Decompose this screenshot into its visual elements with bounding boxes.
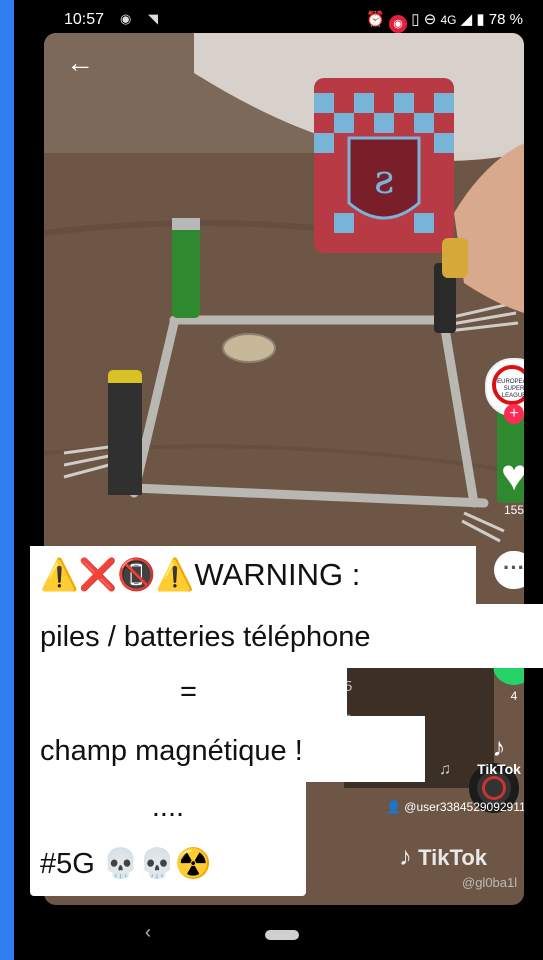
- nav-home-pill[interactable]: [265, 930, 299, 940]
- signal-icon: ◢: [460, 11, 473, 28]
- caption-line-1: ⚠️❌📵⚠️WARNING :: [30, 546, 476, 604]
- alarm-icon: ⏰: [366, 11, 385, 28]
- wifi-icon: ◥: [148, 11, 158, 26]
- music-note-icon: ♫: [439, 761, 451, 778]
- tiktok-label-large: TikTok: [418, 845, 487, 870]
- tiktok-note-icon: ♪: [492, 732, 506, 762]
- status-right: ⏰ ◉ ▯ ⊖ 4G ◢ ▮ 78 %: [366, 10, 523, 33]
- caption-line-3: =: [30, 668, 347, 716]
- user-icon: 👤: [386, 800, 401, 814]
- warning-text: WARNING :: [194, 557, 361, 592]
- back-arrow-icon[interactable]: ←: [66, 49, 94, 77]
- tiktok-watermark: ♪ TikTok: [399, 841, 487, 872]
- heart-icon: ♥: [500, 451, 524, 500]
- like-count: 155: [503, 503, 524, 517]
- watermark-handle: @gl0ba1l: [462, 875, 518, 890]
- vibrate-icon: ▯: [411, 11, 420, 28]
- caption-line-6: #5G 💀💀☢️: [30, 832, 306, 896]
- svg-text:ƨ: ƨ: [374, 157, 395, 203]
- creator-avatar[interactable]: EUROPEAN SUPER LEAGUE +: [484, 358, 524, 424]
- caption-line-4: champ magnétique !: [30, 716, 425, 782]
- badge-text: EUROPEAN SUPER LEAGUE: [497, 379, 524, 399]
- caption-hashtag: #5G: [40, 848, 95, 880]
- tiktok-logo-small: ♪ TikTok: [472, 733, 524, 777]
- tiktok-note-icon-large: ♪: [399, 841, 412, 871]
- comment-icon: ···: [494, 551, 524, 589]
- music-user-row[interactable]: 👤 @user3384529092911: [386, 800, 524, 814]
- music-user: @user3384529092911: [404, 800, 524, 814]
- like-button[interactable]: ♥ 155: [484, 451, 524, 518]
- phone-screen: 10:57 ◉ ◥ ⏰ ◉ ▯ ⊖ 4G ◢ ▮ 78 % ƨ ← EUROPE…: [14, 0, 543, 960]
- navigation-bar: ‹: [14, 904, 543, 960]
- nav-back-icon[interactable]: ‹: [145, 922, 151, 943]
- dnd-icon: ⊖: [423, 11, 437, 28]
- tiktok-label-small: TikTok: [477, 761, 521, 777]
- status-time: 10:57: [64, 11, 105, 28]
- caption-line-5: ....: [30, 782, 306, 832]
- record-icon: ◉: [120, 11, 132, 26]
- battery-icon: ▮: [476, 11, 485, 28]
- screen-record-icon: ◉: [389, 15, 408, 33]
- caption-equals: =: [180, 676, 197, 708]
- caption-line-2: piles / batteries téléphone: [30, 604, 543, 668]
- battery-percent: 78 %: [488, 11, 523, 28]
- warning-emojis: ⚠️❌📵⚠️: [40, 557, 195, 592]
- follow-plus-icon[interactable]: +: [504, 404, 524, 424]
- caption-dots: ....: [151, 791, 185, 823]
- disc-no-sign-icon: [482, 776, 506, 800]
- caption-emojis: 💀💀☢️: [102, 848, 212, 880]
- caption-batteries: piles / batteries téléphone: [40, 621, 371, 653]
- caption-magnetic: champ magnétique !: [40, 735, 303, 767]
- network-type: 4G: [440, 13, 457, 27]
- comment-button[interactable]: ···: [484, 551, 524, 589]
